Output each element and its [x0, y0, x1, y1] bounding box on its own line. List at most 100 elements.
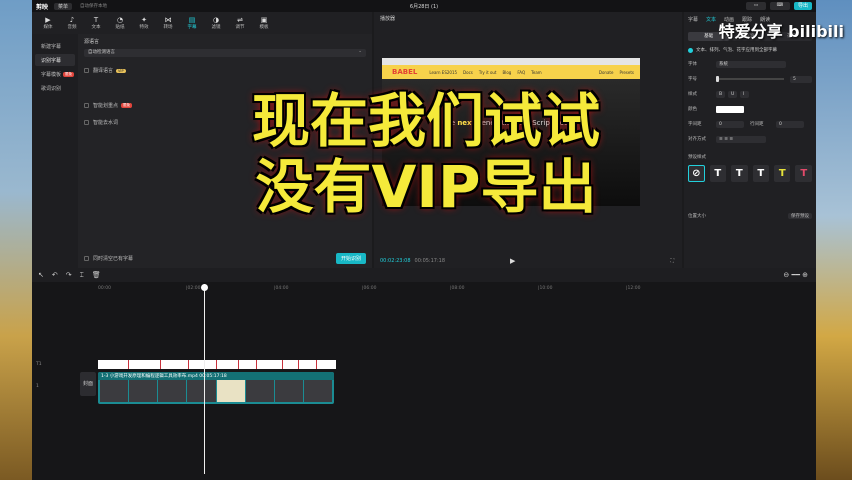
ruler-tick: |02:00 [186, 286, 201, 291]
ruler-tick: |04:00 [274, 286, 289, 291]
cover-button[interactable]: 封面 [80, 372, 96, 396]
tool-filter[interactable]: ◑ 滤镜 [204, 12, 228, 34]
tool-transition[interactable]: ⋈ 转场 [156, 12, 180, 34]
caption-line-1: 现在我们试试 [251, 87, 600, 155]
site-link: Team [531, 69, 542, 75]
shortcut-button[interactable]: ⌨ [769, 2, 790, 10]
ruler-tick: |08:00 [450, 286, 465, 291]
transition-icon: ⋈ [164, 16, 172, 24]
tool-media[interactable]: ▶ 媒体 [36, 12, 60, 34]
timeline-toolbar: ↖ ↶ ↷ ⌶ 🗑 ⊖ ━━ ⊕ [32, 268, 816, 282]
timeline: 00:00 |02:00 |04:00 |06:00 |08:00 |10:00… [32, 282, 816, 480]
video-caption-overlay: 现在我们试试 没有VIP导出 [0, 88, 852, 220]
tool-label: 字幕 [187, 25, 197, 30]
total-timecode: 00:05:17:18 [414, 258, 446, 264]
size-slider[interactable] [716, 76, 784, 82]
player-controls: 00:02:23:08 00:05:17:18 ▶ ⛶ [374, 254, 682, 268]
select-tool-icon[interactable]: ↖ [38, 271, 44, 279]
tool-label: 模板 [259, 25, 269, 30]
play-icon[interactable]: ▶ [510, 257, 515, 265]
vip-tag: VIP [116, 68, 126, 73]
watermark: 特爱分享 bilibili [718, 22, 844, 41]
effects-icon: ✦ [141, 16, 147, 24]
browser-bar [382, 58, 640, 65]
tool-label: 滤镜 [211, 25, 221, 30]
ruler-tick: |12:00 [626, 286, 641, 291]
tool-label: 媒体 [43, 25, 53, 30]
clear-checkbox[interactable] [84, 256, 89, 261]
current-timecode: 00:02:23:08 [380, 258, 411, 264]
playhead[interactable] [201, 284, 208, 474]
tool-sticker[interactable]: ◔ 贴纸 [108, 12, 132, 34]
audio-icon: ♪ [69, 16, 75, 24]
site-logo: BABEL [392, 68, 418, 76]
start-recognize-button[interactable]: 开始识别 [335, 253, 366, 264]
option-label: 文本、排列、气泡、花字应用到全部字幕 [696, 48, 777, 53]
tab-text[interactable]: 文本 [706, 16, 716, 26]
fullscreen-icon[interactable]: ⛶ [670, 258, 674, 264]
split-icon[interactable]: ⌶ [80, 271, 84, 280]
sticker-icon: ◔ [116, 16, 124, 24]
subtitle-icon: ▤ [188, 16, 196, 24]
template-icon: ▣ [260, 16, 268, 24]
undo-icon[interactable]: ↶ [52, 271, 58, 279]
tool-label: 音频 [67, 25, 77, 30]
tool-subtitle[interactable]: ▤ 字幕 [180, 12, 204, 34]
font-label: 字体 [688, 62, 697, 67]
redo-icon[interactable]: ↷ [66, 271, 72, 279]
filter-icon: ◑ [212, 16, 220, 24]
desktop-background-right [816, 0, 852, 480]
delete-icon[interactable]: 🗑 [92, 271, 101, 279]
title-bar: 剪映 菜单 自动保存本地 6月28日 (1) ▭ ⌨ 导出 [32, 0, 816, 12]
player-title: 播放器 [380, 16, 396, 22]
tool-template[interactable]: ▣ 模板 [252, 12, 276, 34]
tool-label: 调节 [235, 25, 245, 30]
tool-label: 贴纸 [115, 25, 125, 30]
size-row: 字号 5 [688, 75, 812, 83]
translate-checkbox[interactable] [84, 68, 89, 73]
sidebar-item-template[interactable]: 字幕模板 限免 [35, 68, 75, 80]
media-toolbar: ▶ 媒体 ♪ 音频 T 文本 ◔ 贴纸 ✦ 特效 ⋈ 转场 ▤ 字幕 ◑ 滤镜 ⇌ 调节 ▣ 模板 [32, 12, 372, 34]
clip-name: 1-3 小游戏开发原理和编程逻辑工具效率布.mp4 [101, 374, 198, 379]
video-track-header: 1 [36, 384, 39, 389]
layout-toggle[interactable]: ▭ [745, 2, 766, 10]
site-link: Learn ES2015 [429, 69, 458, 75]
translate-option[interactable]: 翻译语言 VIP [84, 67, 366, 74]
site-link: Try it out [478, 69, 497, 75]
caption-line-2: 没有VIP导出 [255, 153, 597, 221]
window-title: 6月28日 (1) [409, 4, 439, 10]
site-link: FAQ [517, 69, 526, 75]
tool-audio[interactable]: ♪ 音频 [60, 12, 84, 34]
video-clip[interactable]: 1-3 小游戏开发原理和编程逻辑工具效率布.mp4 00:05:17:18 [98, 372, 334, 404]
ruler-tick: |06:00 [362, 286, 377, 291]
video-editor-window: 剪映 菜单 自动保存本地 6月28日 (1) ▭ ⌨ 导出 ▶ 媒体 ♪ 音频 T文… [32, 0, 816, 480]
font-select[interactable]: 系统 [716, 60, 786, 68]
subtitle-track[interactable] [98, 360, 336, 369]
export-button[interactable]: 导出 [793, 2, 812, 10]
source-language-select[interactable]: 自动检测语言 [84, 48, 366, 57]
site-link: Docs [463, 69, 473, 75]
apply-all-option[interactable]: 文本、排列、气泡、花字应用到全部字幕 [688, 47, 812, 53]
site-nav: BABEL Learn ES2015 Docs Try it out Blog … [382, 65, 640, 79]
tool-text[interactable]: T 文本 [84, 12, 108, 34]
media-icon: ▶ [45, 16, 51, 24]
ruler-tick: |10:00 [538, 286, 553, 291]
ruler-tick: 00:00 [98, 286, 111, 291]
sidebar-item-new-subtitle[interactable]: 新建字幕 [35, 40, 75, 52]
radio-dot[interactable] [688, 47, 693, 53]
sidebar-item-recognize[interactable]: 识别字幕 [35, 54, 75, 66]
site-link: Donate [598, 69, 614, 75]
clip-label: 1-3 小游戏开发原理和编程逻辑工具效率布.mp4 00:05:17:18 [98, 372, 334, 380]
desktop-background-left [0, 0, 32, 480]
tool-label: 文本 [91, 25, 101, 30]
zoom-slider[interactable]: ⊖ ━━ ⊕ [783, 271, 808, 279]
tool-label: 转场 [163, 25, 173, 30]
clear-existing-option[interactable]: 同时清空已有字幕 [84, 255, 133, 262]
tab-subtitle[interactable]: 字幕 [688, 16, 698, 26]
tool-effects[interactable]: ✦ 特效 [132, 12, 156, 34]
tool-adjust[interactable]: ⇌ 调节 [228, 12, 252, 34]
font-row: 字体 系统 [688, 60, 812, 68]
size-input[interactable]: 5 [790, 75, 812, 83]
site-link: Blog [502, 69, 512, 75]
size-label: 字号 [688, 77, 697, 82]
